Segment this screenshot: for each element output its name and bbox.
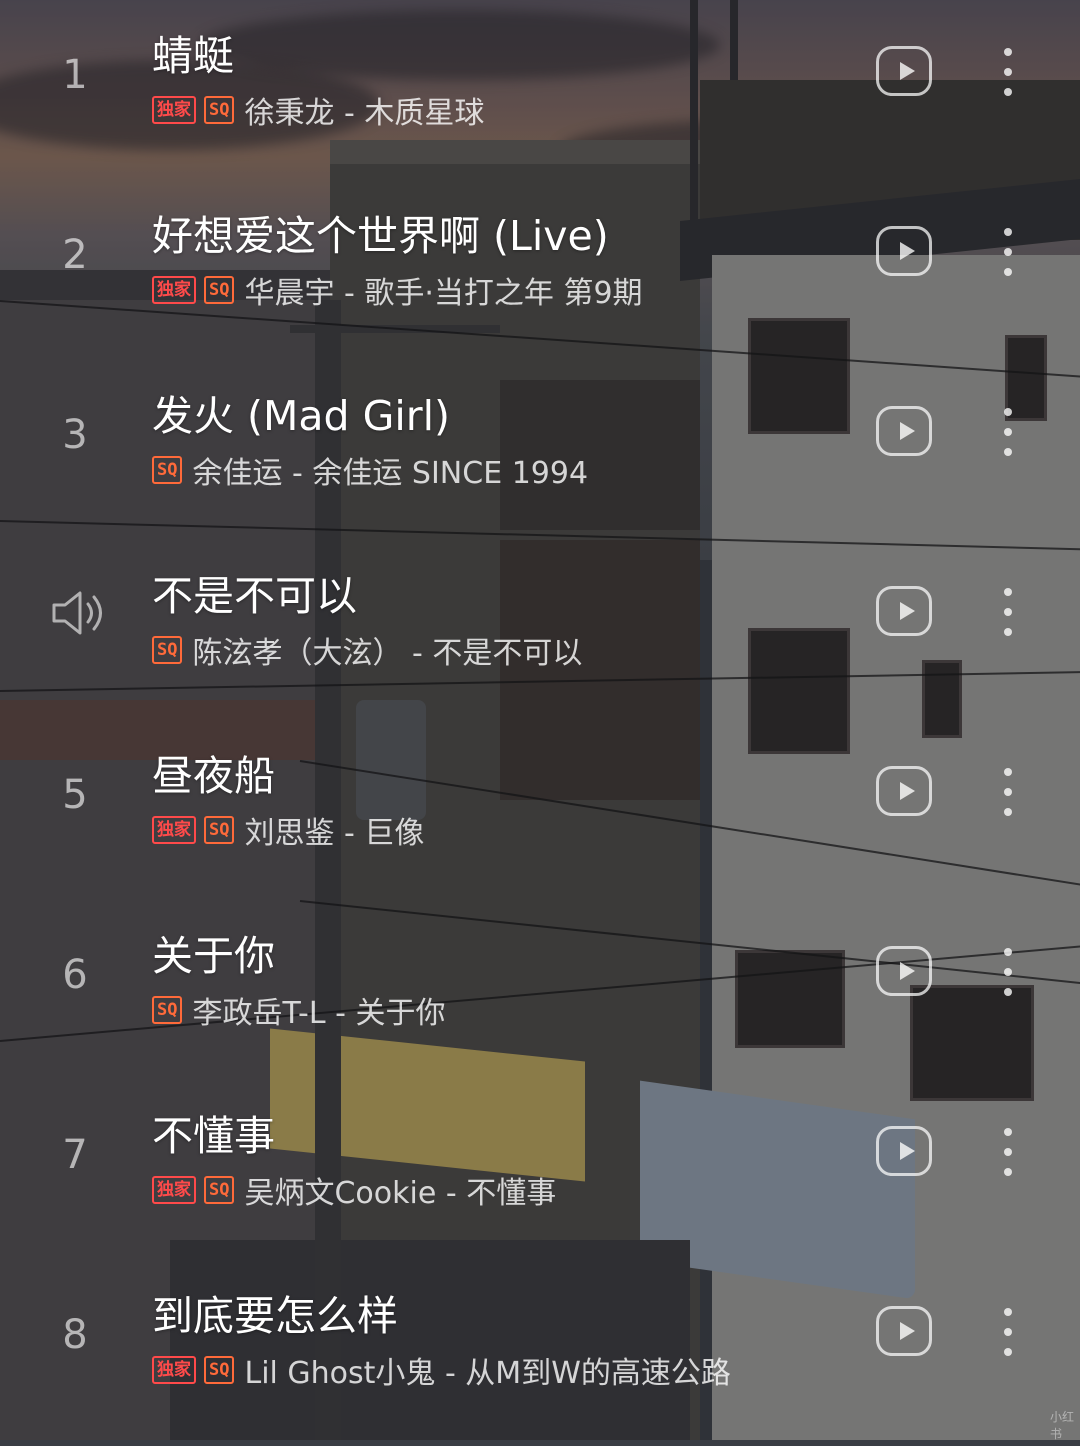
dot <box>1004 1348 1012 1356</box>
exclusive-badge: 独家 <box>152 1176 196 1204</box>
sq-quality-badge: SQ <box>204 1176 235 1204</box>
song-title[interactable]: 到底要怎么样 <box>152 1282 398 1342</box>
rank-number: 3 <box>62 412 88 458</box>
artist-album: Lil Ghost小鬼 - 从M到W的高速公路 <box>244 1356 731 1391</box>
exclusive-badge: 独家 <box>152 96 196 124</box>
dot <box>1004 1128 1012 1136</box>
more-vertical-icon[interactable] <box>996 44 1020 100</box>
sq-quality-badge: SQ <box>204 1356 235 1384</box>
artist-album: 徐秉龙 - 木质星球 <box>244 96 485 131</box>
dot <box>1004 448 1012 456</box>
exclusive-badge: 独家 <box>152 276 196 304</box>
speaker-icon <box>52 591 102 635</box>
dot <box>1004 228 1012 236</box>
dot <box>1004 968 1012 976</box>
song-row[interactable]: 3 发火 (Mad Girl) SQ 余佳运 - 余佳运 SINCE 1994 <box>0 366 1080 546</box>
song-list: 1 蜻蜓独家 SQ 徐秉龙 - 木质星球 2 好想爱这个世界啊 (Live) 独家 SQ 华晨宇… <box>0 0 1080 1440</box>
dot <box>1004 1168 1012 1176</box>
play-icon[interactable] <box>876 1306 932 1356</box>
more-vertical-icon[interactable] <box>996 1124 1020 1180</box>
more-vertical-icon[interactable] <box>996 224 1020 280</box>
dot <box>1004 988 1012 996</box>
song-title[interactable]: 不是不可以 <box>152 562 357 622</box>
sq-quality-badge: SQ <box>204 96 235 124</box>
play-icon[interactable] <box>876 1126 932 1176</box>
song-meta: 独家 SQ Lil Ghost小鬼 - 从M到W的高速公路 <box>152 1352 731 1391</box>
dot <box>1004 1328 1012 1336</box>
exclusive-badge: 独家 <box>152 816 196 844</box>
play-icon[interactable] <box>876 946 932 996</box>
song-meta: 独家 SQ 华晨宇 - 歌手·当打之年 第9期 <box>152 272 643 311</box>
dot <box>1004 588 1012 596</box>
artist-album: 刘思鉴 - 巨像 <box>244 816 425 851</box>
dot <box>1004 68 1012 76</box>
song-row[interactable]: 7 不懂事独家 SQ 吴炳文Cookie - 不懂事 <box>0 1086 1080 1266</box>
sq-quality-badge: SQ <box>152 996 183 1024</box>
play-icon[interactable] <box>876 586 932 636</box>
dot <box>1004 248 1012 256</box>
artist-album: 吴炳文Cookie - 不懂事 <box>244 1176 557 1211</box>
artist-album: 李政岳T-L - 关于你 <box>192 996 446 1031</box>
dot <box>1004 88 1012 96</box>
sq-quality-badge: SQ <box>152 456 183 484</box>
dot <box>1004 48 1012 56</box>
song-row[interactable]: 8 到底要怎么样独家 SQ Lil Ghost小鬼 - 从M到W的高速公路 <box>0 1266 1080 1446</box>
rank-number: 5 <box>62 772 88 818</box>
song-meta: 独家 SQ 刘思鉴 - 巨像 <box>152 812 424 851</box>
song-title[interactable]: 好想爱这个世界啊 (Live) <box>152 202 609 262</box>
song-row[interactable]: 5 昼夜船独家 SQ 刘思鉴 - 巨像 <box>0 726 1080 906</box>
more-vertical-icon[interactable] <box>996 1304 1020 1360</box>
watermark: 小红书 <box>1050 1410 1075 1441</box>
song-meta: SQ 李政岳T-L - 关于你 <box>152 992 446 1031</box>
song-row[interactable]: 1 蜻蜓独家 SQ 徐秉龙 - 木质星球 <box>0 6 1080 186</box>
play-icon[interactable] <box>876 46 932 96</box>
rank-number: 8 <box>62 1312 88 1358</box>
dot <box>1004 408 1012 416</box>
song-meta: SQ 余佳运 - 余佳运 SINCE 1994 <box>152 452 588 491</box>
rank-number: 2 <box>62 232 88 278</box>
dot <box>1004 1148 1012 1156</box>
sq-quality-badge: SQ <box>152 636 183 664</box>
song-row[interactable]: 不是不可以 SQ 陈泫孝（大泫） - 不是不可以 <box>0 546 1080 726</box>
sq-quality-badge: SQ <box>204 816 235 844</box>
song-title[interactable]: 不懂事 <box>152 1102 275 1162</box>
song-meta: 独家 SQ 徐秉龙 - 木质星球 <box>152 92 484 131</box>
rank-number: 7 <box>62 1132 88 1178</box>
song-meta: SQ 陈泫孝（大泫） - 不是不可以 <box>152 632 582 671</box>
song-title[interactable]: 昼夜船 <box>152 742 275 802</box>
song-title[interactable]: 关于你 <box>152 922 275 982</box>
dot <box>1004 428 1012 436</box>
exclusive-badge: 独家 <box>152 1356 196 1384</box>
song-meta: 独家 SQ 吴炳文Cookie - 不懂事 <box>152 1172 556 1211</box>
rank-number: 6 <box>62 952 88 998</box>
song-row[interactable]: 2 好想爱这个世界啊 (Live) 独家 SQ 华晨宇 - 歌手·当打之年 第9期 <box>0 186 1080 366</box>
dot <box>1004 808 1012 816</box>
dot <box>1004 948 1012 956</box>
more-vertical-icon[interactable] <box>996 944 1020 1000</box>
rank-number: 1 <box>62 52 88 98</box>
dot <box>1004 1308 1012 1316</box>
dot <box>1004 788 1012 796</box>
dot <box>1004 268 1012 276</box>
play-icon[interactable] <box>876 766 932 816</box>
more-vertical-icon[interactable] <box>996 764 1020 820</box>
song-row[interactable]: 6 关于你 SQ 李政岳T-L - 关于你 <box>0 906 1080 1086</box>
song-title[interactable]: 发火 (Mad Girl) <box>152 382 450 442</box>
artist-album: 余佳运 - 余佳运 SINCE 1994 <box>192 456 589 491</box>
more-vertical-icon[interactable] <box>996 404 1020 460</box>
song-title[interactable]: 蜻蜓 <box>152 22 234 82</box>
more-vertical-icon[interactable] <box>996 584 1020 640</box>
play-icon[interactable] <box>876 406 932 456</box>
dot <box>1004 768 1012 776</box>
play-icon[interactable] <box>876 226 932 276</box>
dot <box>1004 608 1012 616</box>
dot <box>1004 628 1012 636</box>
artist-album: 华晨宇 - 歌手·当打之年 第9期 <box>244 276 643 311</box>
sq-quality-badge: SQ <box>204 276 235 304</box>
artist-album: 陈泫孝（大泫） - 不是不可以 <box>192 636 583 671</box>
